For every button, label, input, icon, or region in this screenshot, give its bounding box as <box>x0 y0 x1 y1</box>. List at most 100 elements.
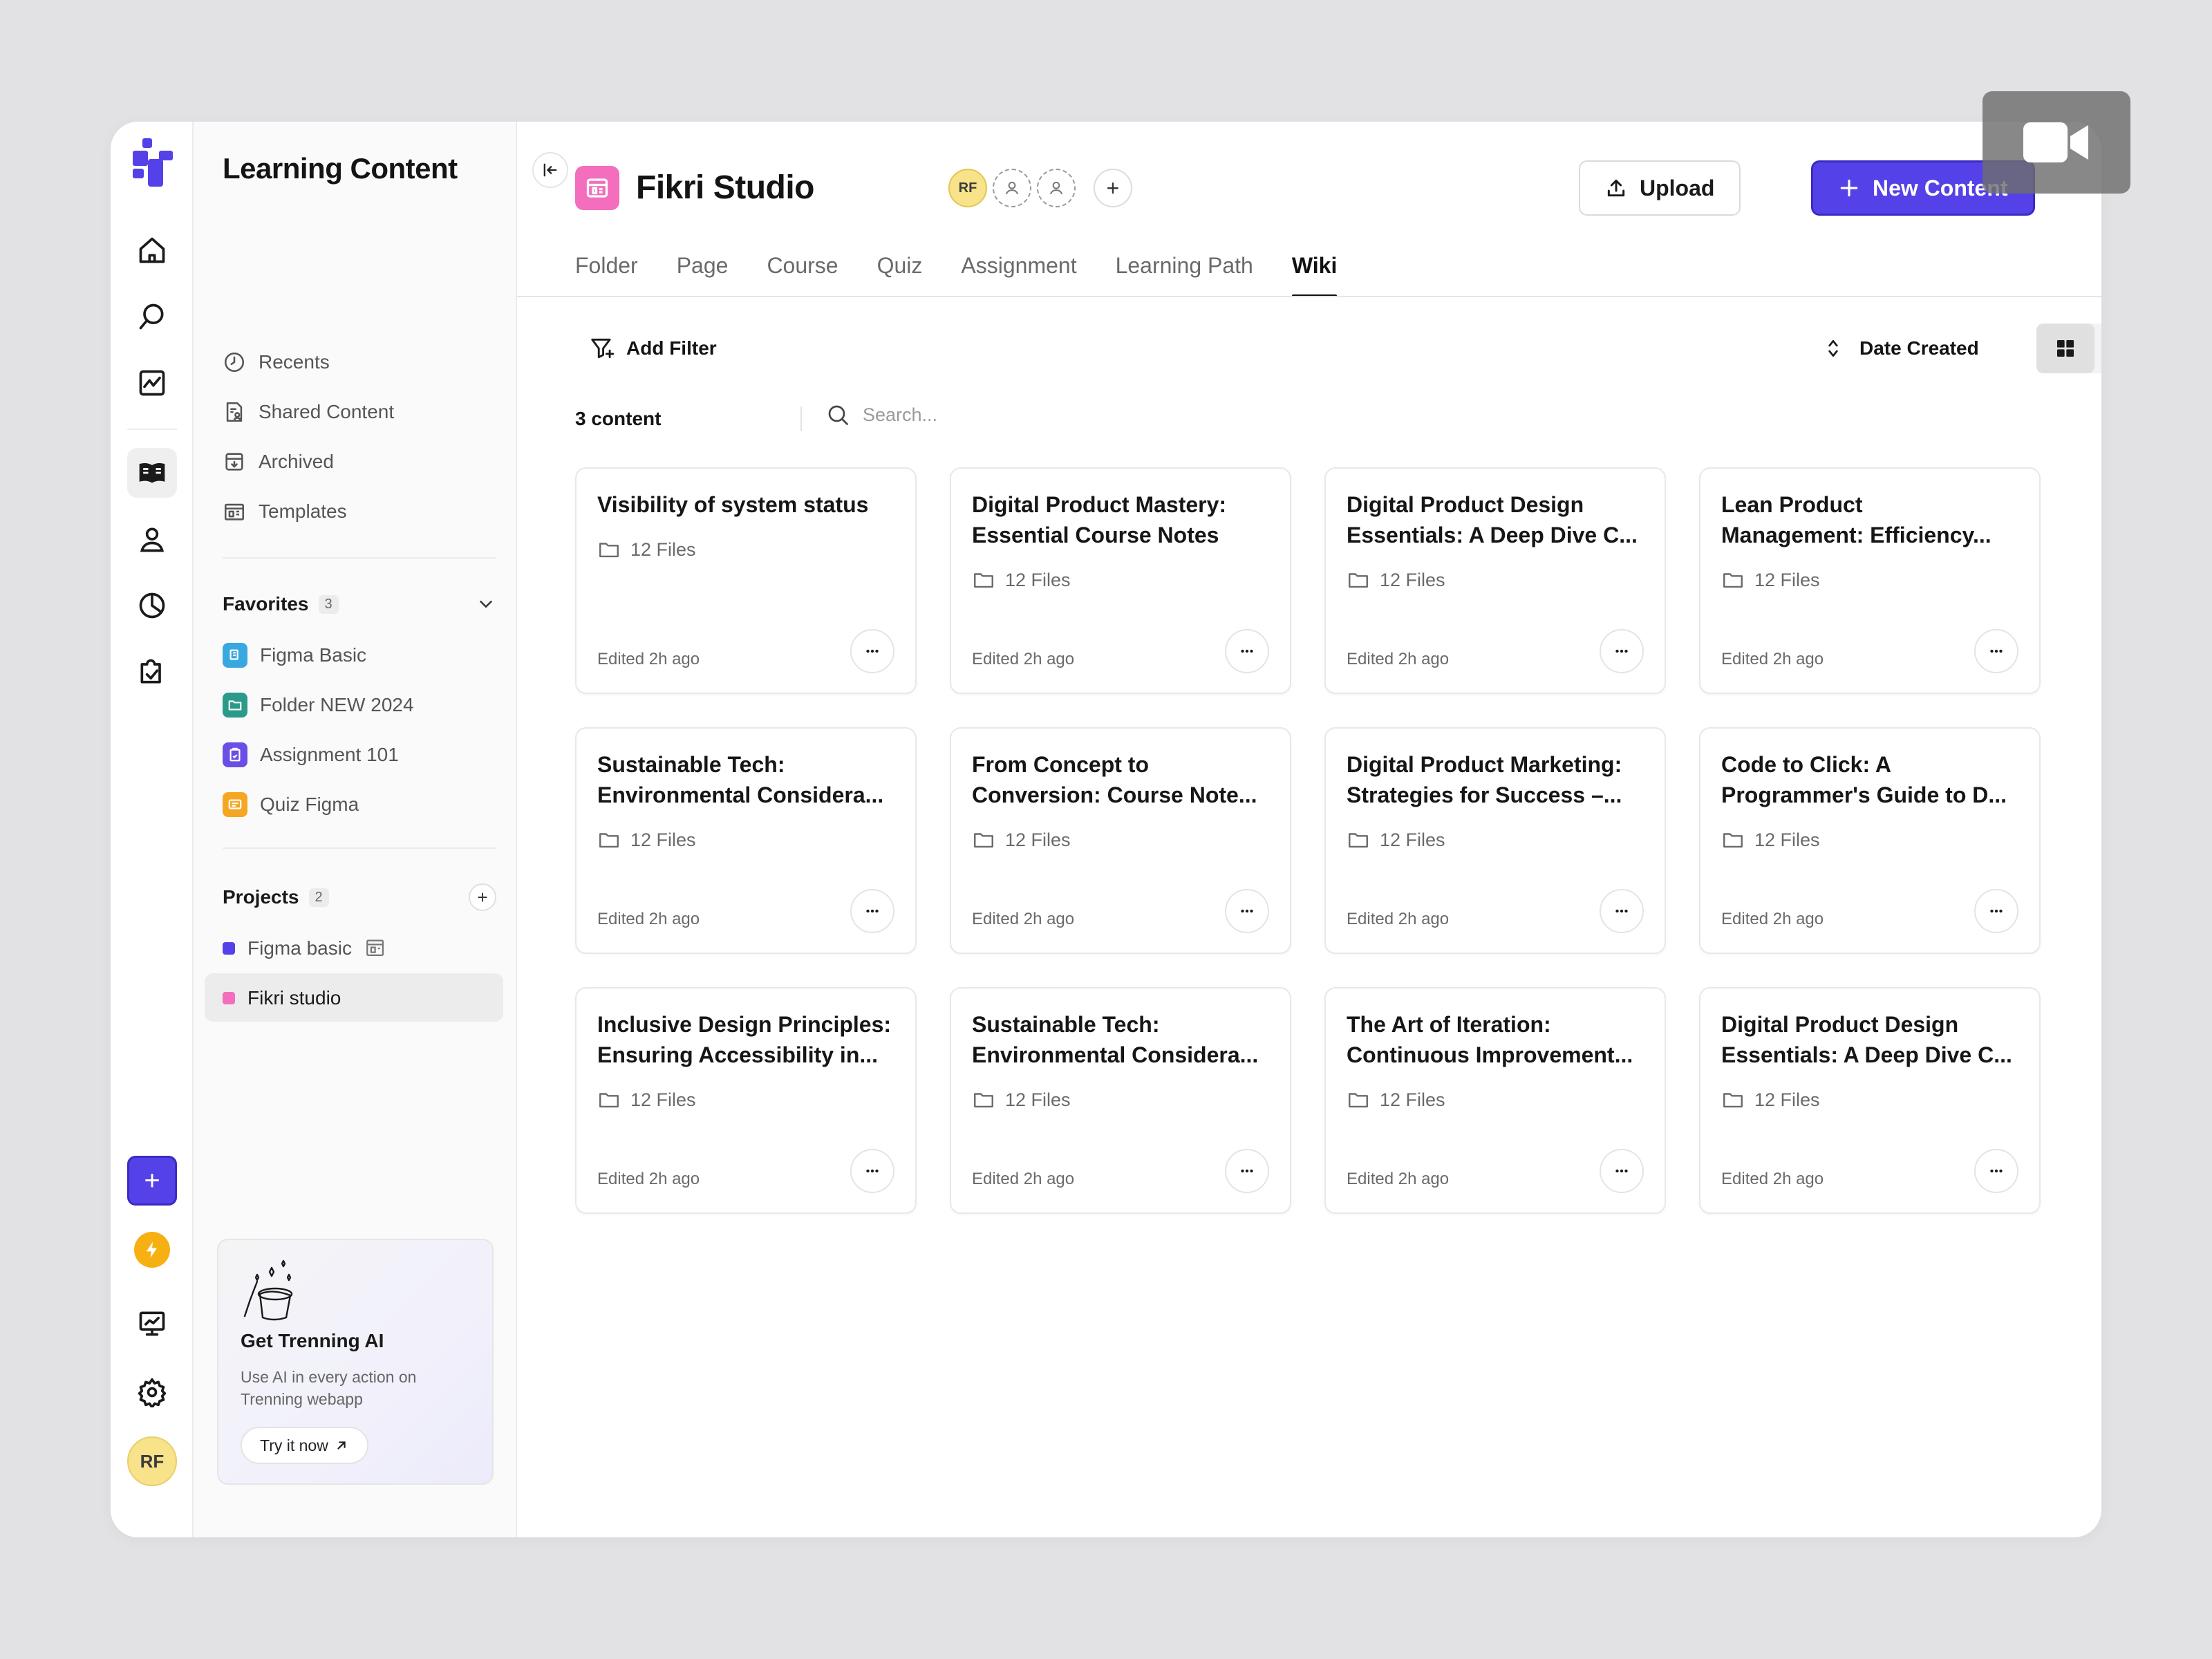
page-title: Fikri Studio <box>636 169 815 206</box>
more-options-button[interactable] <box>1225 1149 1269 1193</box>
content-card[interactable]: Code to Click: A Programmer's Guide to D.… <box>1699 727 2041 954</box>
card-edited-time: Edited 2h ago <box>1721 650 1824 668</box>
sidebar-item-recents[interactable]: Recents <box>223 344 330 380</box>
sidebar-item-shared-content[interactable]: Shared Content <box>223 394 394 430</box>
ai-card-title: Get Trenning AI <box>241 1330 384 1351</box>
learning-content-icon[interactable] <box>127 448 177 498</box>
sidebar-divider <box>223 557 496 559</box>
content-card[interactable]: Visibility of system status 12 Files Edite… <box>575 467 917 694</box>
more-options-button[interactable] <box>1600 629 1644 673</box>
member-avatar[interactable]: RF <box>948 169 987 207</box>
settings-gear-icon[interactable] <box>127 1367 177 1417</box>
favorite-item-figma-basic[interactable]: Figma Basic <box>223 637 366 673</box>
sidebar-item-archived[interactable]: Archived <box>223 444 334 480</box>
search-input[interactable] <box>863 404 1139 426</box>
content-card[interactable]: Inclusive Design Principles: Ensuring Acc… <box>575 987 917 1214</box>
more-options-button[interactable] <box>1600 1149 1644 1193</box>
content-card[interactable]: Digital Product Design Essentials: A Deep… <box>1699 987 2041 1214</box>
member-placeholder[interactable] <box>1037 169 1076 207</box>
upload-button[interactable]: Upload <box>1579 160 1741 216</box>
search-chat-icon[interactable] <box>127 292 177 341</box>
more-options-button[interactable] <box>1225 889 1269 933</box>
more-horizontal-icon <box>1615 649 1628 653</box>
more-options-button[interactable] <box>1974 629 2018 673</box>
favorite-item-folder-new-2024[interactable]: Folder NEW 2024 <box>223 687 414 723</box>
tab-quiz[interactable]: Quiz <box>877 246 923 297</box>
video-camera-icon <box>2023 122 2088 162</box>
content-card[interactable]: From Concept to Conversion: Course Note..… <box>950 727 1291 954</box>
pie-chart-icon[interactable] <box>127 581 177 630</box>
tab-folder[interactable]: Folder <box>575 246 638 297</box>
more-options-button[interactable] <box>850 889 894 933</box>
user-avatar[interactable]: RF <box>127 1436 177 1486</box>
search-icon <box>828 405 848 425</box>
card-title-line: Digital Product Mastery: <box>972 492 1227 517</box>
task-check-icon[interactable] <box>127 647 177 697</box>
file-count-label: 12 Files <box>630 1089 696 1110</box>
favorites-header[interactable]: Favorites 3 <box>223 586 496 622</box>
create-button[interactable]: + <box>127 1156 177 1206</box>
tab-page[interactable]: Page <box>677 246 729 297</box>
card-file-count: 12 Files <box>597 538 696 561</box>
presentation-icon[interactable] <box>127 1298 177 1348</box>
more-horizontal-icon <box>1615 909 1628 913</box>
collapse-sidebar-button[interactable] <box>532 152 568 188</box>
list-view-button[interactable] <box>2094 324 2101 373</box>
folder-icon <box>599 1093 619 1108</box>
user-icon[interactable] <box>127 514 177 564</box>
favorite-item-quiz-figma[interactable]: Quiz Figma <box>223 787 359 823</box>
lightning-icon[interactable] <box>134 1232 170 1268</box>
more-options-button[interactable] <box>1974 1149 2018 1193</box>
search-box <box>825 402 1139 427</box>
tab-learning-path[interactable]: Learning Path <box>1116 246 1253 297</box>
try-it-now-button[interactable]: Try it now <box>241 1427 368 1464</box>
analytics-icon[interactable] <box>127 358 177 408</box>
content-card[interactable]: Sustainable Tech: Environmental Considera… <box>575 727 917 954</box>
more-horizontal-icon <box>866 649 879 653</box>
project-item-figma-basic[interactable]: Figma basic <box>223 930 388 966</box>
card-title-line: Environmental Considera... <box>972 1042 1259 1067</box>
more-options-button[interactable] <box>1225 629 1269 673</box>
sidebar-item-templates[interactable]: Templates <box>223 494 347 529</box>
upload-icon <box>1607 179 1625 197</box>
assignment-icon <box>223 742 247 767</box>
chevron-down-icon[interactable] <box>476 594 496 615</box>
content-card[interactable]: Digital Product Mastery: Essential Course… <box>950 467 1291 694</box>
add-filter-button[interactable]: Add Filter <box>589 329 717 368</box>
card-file-count: 12 Files <box>1721 1088 1820 1112</box>
app-logo-icon[interactable] <box>133 138 173 187</box>
video-overlay[interactable] <box>1983 91 2130 194</box>
sort-button[interactable]: Date Created <box>1822 329 1979 368</box>
view-toggle <box>2036 324 2101 373</box>
more-options-button[interactable] <box>850 629 894 673</box>
tab-assignment[interactable]: Assignment <box>961 246 1076 297</box>
content-card[interactable]: Sustainable Tech: Environmental Considera… <box>950 987 1291 1214</box>
clock-icon <box>224 352 245 373</box>
card-file-count: 12 Files <box>1347 828 1445 852</box>
favorite-label: Folder NEW 2024 <box>260 694 414 715</box>
content-card[interactable]: The Art of Iteration: Continuous Improvem… <box>1324 987 1666 1214</box>
tab-course[interactable]: Course <box>767 246 838 297</box>
card-title-line: From Concept to <box>972 752 1149 777</box>
card-title-line: Programmer's Guide to D... <box>1721 782 2007 807</box>
member-placeholder[interactable] <box>993 169 1031 207</box>
grid-view-button[interactable] <box>2036 324 2094 373</box>
content-card[interactable]: Digital Product Design Essentials: A Deep… <box>1324 467 1666 694</box>
file-count-label: 12 Files <box>1754 829 1820 850</box>
add-member-button[interactable]: + <box>1094 169 1132 207</box>
file-count-label: 12 Files <box>1005 569 1071 590</box>
favorite-item-assignment-101[interactable]: Assignment 101 <box>223 737 399 773</box>
more-options-button[interactable] <box>1974 889 2018 933</box>
project-item-fikri-studio[interactable]: Fikri studio <box>223 980 341 1016</box>
content-type-tabs: Folder Page Course Quiz Assignment Learn… <box>575 246 1337 297</box>
more-options-button[interactable] <box>1600 889 1644 933</box>
home-icon[interactable] <box>127 225 177 275</box>
folder-icon <box>1723 833 1743 848</box>
content-card[interactable]: Digital Product Marketing: Strategies for… <box>1324 727 1666 954</box>
more-options-button[interactable] <box>850 1149 894 1193</box>
add-project-button[interactable]: + <box>469 883 496 911</box>
content-sidebar: Learning Content Recents Shared Content … <box>194 122 517 1537</box>
content-card[interactable]: Lean Product Management: Efficiency... 12 … <box>1699 467 2041 694</box>
folder-icon <box>974 573 993 588</box>
tab-wiki[interactable]: Wiki <box>1291 246 1337 297</box>
